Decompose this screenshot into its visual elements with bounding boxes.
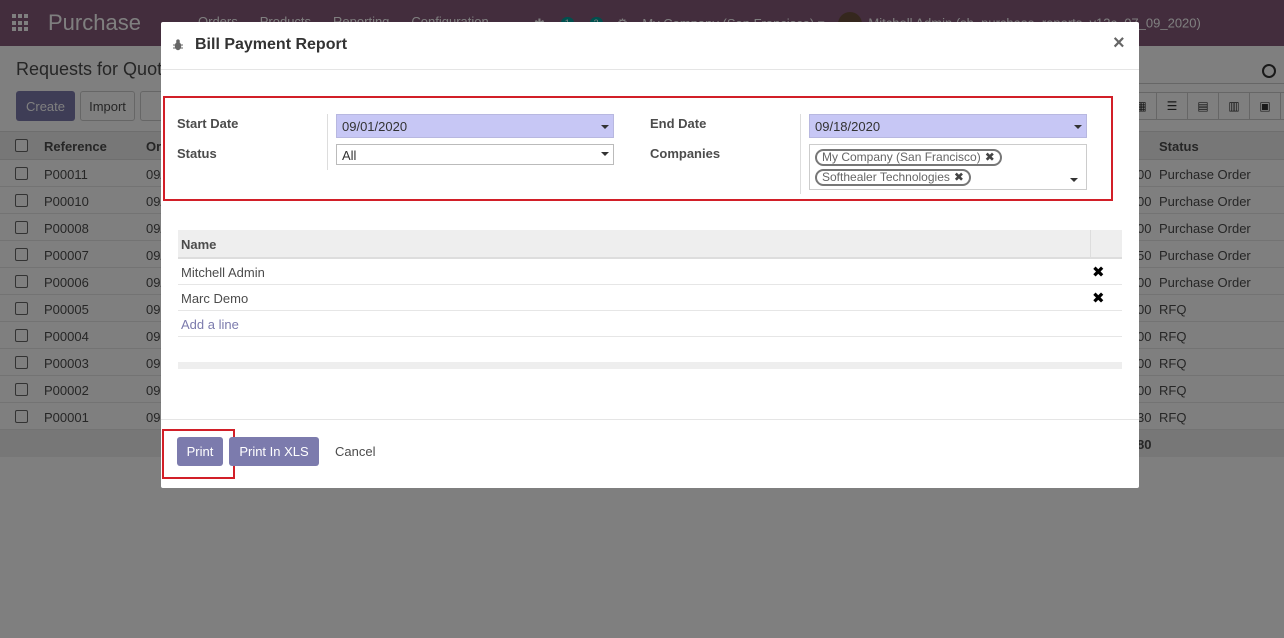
add-line-row: Add a line	[178, 311, 1122, 337]
users-table-header: Name	[178, 230, 1122, 259]
companies-label: Companies	[650, 146, 721, 161]
chevron-down-icon	[1074, 125, 1082, 129]
remove-tag-icon[interactable]: ✖	[954, 170, 964, 184]
cancel-button[interactable]: Cancel	[327, 437, 383, 466]
start-date-label: Start Date	[177, 116, 239, 131]
table-row[interactable]: Marc Demo ✖	[178, 285, 1122, 311]
users-table: Name Mitchell Admin ✖ Marc Demo ✖ Add a …	[178, 230, 1122, 369]
status-select[interactable]: All	[336, 144, 614, 165]
divider	[800, 114, 801, 194]
company-tag-label: Softhealer Technologies	[822, 170, 950, 184]
delete-row-icon[interactable]: ✖	[1092, 263, 1105, 281]
companies-field[interactable]: My Company (San Francisco) ✖ Softhealer T…	[809, 144, 1087, 190]
modal-title: Bill Payment Report	[195, 36, 348, 53]
chevron-down-icon	[601, 125, 609, 129]
remove-tag-icon[interactable]: ✖	[985, 150, 995, 164]
modal-footer: Print Print In XLS Cancel	[161, 419, 1139, 488]
status-value: All	[342, 148, 357, 163]
company-tag-label: My Company (San Francisco)	[822, 150, 981, 164]
table-row[interactable]: Mitchell Admin ✖	[178, 259, 1122, 285]
start-date-field[interactable]: 09/01/2020	[336, 114, 614, 138]
report-filter-form: Start Date 09/01/2020 Status All End Dat…	[163, 96, 1113, 201]
column-name[interactable]: Name	[181, 237, 216, 252]
user-name-cell: Mitchell Admin	[181, 265, 265, 280]
users-table-footer	[178, 362, 1122, 369]
close-icon[interactable]: ×	[1113, 32, 1125, 55]
divider	[1090, 230, 1091, 259]
company-tag: My Company (San Francisco) ✖	[815, 149, 1002, 166]
print-button[interactable]: Print	[177, 437, 223, 466]
print-xls-button[interactable]: Print In XLS	[229, 437, 319, 466]
chevron-down-icon	[601, 152, 609, 156]
company-tag: Softhealer Technologies ✖	[815, 169, 971, 186]
modal-header: Bill Payment Report ×	[161, 22, 1139, 70]
status-label: Status	[177, 146, 217, 161]
bill-payment-report-dialog: Bill Payment Report × Start Date 09/01/2…	[161, 22, 1139, 488]
chevron-down-icon[interactable]	[1070, 178, 1078, 182]
divider	[327, 114, 328, 170]
end-date-field[interactable]: 09/18/2020	[809, 114, 1087, 138]
add-line-link[interactable]: Add a line	[181, 317, 239, 332]
end-date-label: End Date	[650, 116, 707, 131]
delete-row-icon[interactable]: ✖	[1092, 289, 1105, 307]
end-date-value: 09/18/2020	[815, 119, 881, 134]
start-date-value: 09/01/2020	[342, 119, 408, 134]
bug-icon	[173, 39, 183, 51]
user-name-cell: Marc Demo	[181, 291, 249, 306]
